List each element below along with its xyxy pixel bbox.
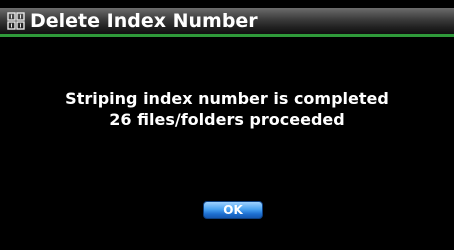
- grid-menu-icon: [7, 12, 25, 30]
- status-message: Striping index number is completed 26 fi…: [0, 88, 454, 130]
- title-bar: Delete Index Number: [0, 8, 454, 37]
- message-line-count: 26 files/folders proceeded: [109, 110, 345, 129]
- dialog-title: Delete Index Number: [30, 10, 258, 32]
- ok-button[interactable]: OK: [203, 201, 263, 219]
- message-line-completed: Striping index number is completed: [65, 89, 389, 108]
- dialog-screen: Delete Index Number Striping index numbe…: [0, 0, 454, 250]
